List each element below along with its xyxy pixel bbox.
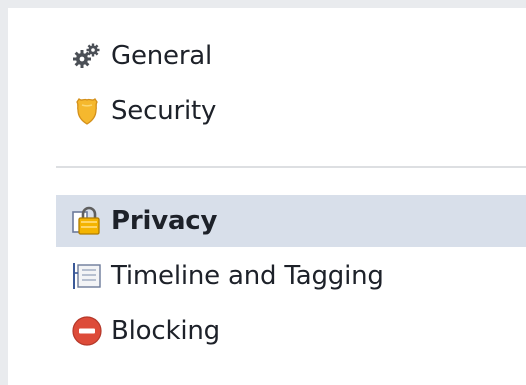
sidebar-item-timeline-and-tagging[interactable]: Timeline and Tagging [56,250,526,302]
settings-sidebar: General Security Privacy Timeline and Ta… [8,8,526,385]
sidebar-item-general[interactable]: General [56,30,526,82]
sidebar-item-security[interactable]: Security [56,85,526,137]
blocking-icon [70,314,104,348]
sidebar-item-label: Security [111,96,217,126]
padlock-icon [70,204,104,238]
shield-badge-icon [70,94,104,128]
sidebar-item-privacy[interactable]: Privacy [56,195,526,247]
sidebar-item-label: General [111,41,213,71]
sidebar-item-label: Blocking [111,316,220,346]
timeline-icon [70,259,104,293]
sidebar-item-label: Privacy [111,206,218,236]
sidebar-item-label: Timeline and Tagging [111,261,384,291]
sidebar-item-blocking[interactable]: Blocking [56,305,526,357]
section-divider [56,166,526,168]
gears-icon [70,39,104,73]
